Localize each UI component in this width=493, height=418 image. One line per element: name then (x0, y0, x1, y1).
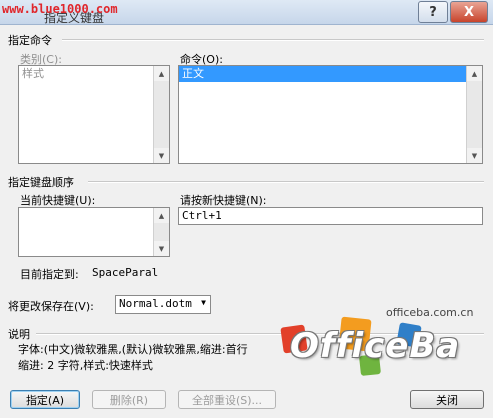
watermark: www.blue1000.com (2, 2, 118, 16)
current-keys-label: 当前快捷键(U): (20, 194, 96, 207)
logo-site: officeba.com.cn (386, 306, 474, 319)
scroll-up-icon[interactable]: ▲ (154, 66, 169, 81)
scroll-down-icon[interactable]: ▼ (154, 148, 169, 163)
save-in-select[interactable]: Normal.dotm ▼ (115, 295, 211, 314)
list-item[interactable]: 正文 (179, 66, 466, 82)
assign-button[interactable]: 指定(A) (10, 390, 80, 409)
section-command-title: 指定命令 (8, 34, 52, 47)
description-line-1: 字体:(中文)微软雅黑,(默认)微软雅黑,缩进:首行 (18, 343, 248, 356)
divider (62, 39, 484, 41)
help-icon: ? (429, 4, 437, 20)
description-title: 说明 (8, 328, 30, 341)
scroll-down-icon[interactable]: ▼ (154, 241, 169, 256)
current-keys-listbox[interactable]: ▲ ▼ (18, 207, 170, 257)
assigned-to-value: SpaceParal (92, 266, 159, 279)
officeba-logo: OfficeBa (290, 326, 461, 366)
save-in-value: Normal.dotm (119, 297, 192, 310)
category-listbox[interactable]: 样式 ▲ ▼ (18, 65, 170, 164)
reset-all-button[interactable]: 全部重设(S)... (178, 390, 276, 409)
scroll-down-icon[interactable]: ▼ (467, 148, 482, 163)
close-window-button[interactable]: X (450, 1, 488, 23)
current-keys-scrollbar[interactable]: ▲ ▼ (153, 208, 169, 256)
list-item[interactable]: 样式 (19, 66, 169, 82)
scroll-up-icon[interactable]: ▲ (467, 66, 482, 81)
close-icon: X (463, 4, 475, 20)
scroll-up-icon[interactable]: ▲ (154, 208, 169, 223)
remove-button[interactable]: 删除(R) (92, 390, 166, 409)
chevron-down-icon: ▼ (201, 298, 206, 307)
divider (88, 181, 484, 183)
description-line-2: 缩进: 2 字符,样式:快速样式 (18, 359, 153, 372)
save-in-label: 将更改保存在(V): (8, 300, 94, 313)
command-scrollbar[interactable]: ▲ ▼ (466, 66, 482, 163)
close-button[interactable]: 关闭 (410, 390, 484, 409)
category-scrollbar[interactable]: ▲ ▼ (153, 66, 169, 163)
help-button[interactable]: ? (418, 1, 448, 23)
section-sequence-title: 指定键盘顺序 (8, 176, 74, 189)
new-key-label: 请按新快捷键(N): (180, 194, 267, 207)
new-key-input[interactable]: Ctrl+1 (178, 207, 483, 225)
command-listbox[interactable]: 正文 ▲ ▼ (178, 65, 483, 164)
assigned-to-label: 目前指定到: (20, 268, 79, 281)
